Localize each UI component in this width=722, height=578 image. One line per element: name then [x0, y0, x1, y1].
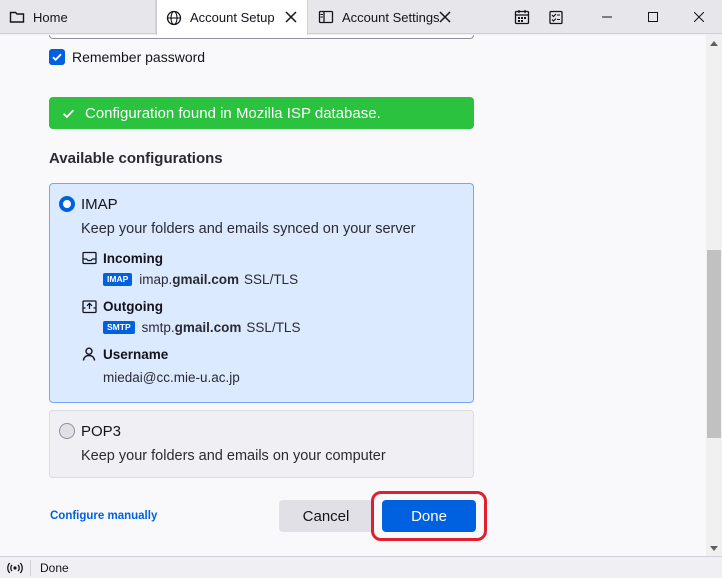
- maximize-button[interactable]: [630, 0, 676, 34]
- username-heading: Username: [81, 346, 168, 362]
- tab-label: Account Settings: [342, 9, 440, 25]
- outgoing-host-prefix: smtp.: [141, 320, 175, 335]
- calendar-icon[interactable]: [513, 8, 531, 26]
- user-icon: [81, 346, 97, 362]
- config-description: Keep your folders and emails on your com…: [81, 448, 386, 464]
- tab-home[interactable]: Home: [0, 0, 156, 34]
- pop3-config-option[interactable]: POP3 Keep your folders and emails on you…: [49, 410, 474, 478]
- outgoing-heading: Outgoing: [81, 298, 163, 314]
- tab-account-settings[interactable]: Account Settings: [309, 0, 461, 34]
- folder-icon: [9, 9, 25, 25]
- status-text: Done: [40, 560, 69, 575]
- tasks-icon[interactable]: [547, 8, 565, 26]
- close-tab-icon[interactable]: [437, 9, 453, 25]
- incoming-security: SSL/TLS: [244, 272, 299, 287]
- vertical-scrollbar[interactable]: [706, 35, 722, 556]
- tab-account-setup[interactable]: Account Setup: [156, 0, 308, 35]
- tab-label: Account Setup: [190, 10, 275, 25]
- tab-bar: Home Account Setup Account Settings: [0, 0, 722, 35]
- smtp-badge: SMTP: [103, 321, 135, 334]
- imap-radio[interactable]: [59, 196, 75, 212]
- online-status-icon[interactable]: [0, 562, 30, 574]
- close-tab-icon[interactable]: [283, 9, 299, 25]
- available-configurations-heading: Available configurations: [49, 150, 223, 167]
- inbox-icon: [81, 250, 97, 266]
- scroll-up-arrow-icon[interactable]: [706, 35, 722, 51]
- imap-config-option[interactable]: IMAP Keep your folders and emails synced…: [49, 183, 474, 403]
- username-label: Username: [103, 346, 169, 362]
- done-button[interactable]: Done: [382, 500, 476, 532]
- scrollbar-thumb[interactable]: [707, 250, 721, 438]
- remember-password-row[interactable]: Remember password: [49, 49, 205, 65]
- settings-page-icon: [318, 9, 334, 25]
- config-description: Keep your folders and emails synced on y…: [81, 221, 416, 237]
- incoming-label: Incoming: [103, 250, 163, 266]
- pop3-radio[interactable]: [59, 423, 75, 439]
- incoming-heading: Incoming: [81, 250, 163, 266]
- config-name: IMAP: [81, 196, 118, 213]
- incoming-host-domain: gmail.com: [172, 272, 240, 287]
- status-divider: [30, 559, 31, 576]
- config-name: POP3: [81, 423, 122, 440]
- minimize-button[interactable]: [584, 0, 630, 34]
- status-bar: Done: [0, 556, 722, 578]
- checkmark-icon: [62, 107, 75, 120]
- password-field[interactable]: [49, 35, 474, 39]
- incoming-server: IMAP imap. gmail.com SSL/TLS: [103, 272, 298, 287]
- outgoing-label: Outgoing: [103, 298, 163, 314]
- outgoing-security: SSL/TLS: [246, 320, 301, 335]
- close-window-button[interactable]: [676, 0, 722, 34]
- incoming-host-prefix: imap.: [139, 272, 173, 287]
- outgoing-server: SMTP smtp. gmail.com SSL/TLS: [103, 320, 300, 335]
- remember-password-checkbox[interactable]: [49, 49, 65, 65]
- account-setup-panel: Remember password Configuration found in…: [0, 35, 706, 556]
- notification-text: Configuration found in Mozilla ISP datab…: [85, 104, 381, 122]
- imap-badge: IMAP: [103, 273, 133, 286]
- scroll-down-arrow-icon[interactable]: [706, 540, 722, 556]
- username-value: miedai@cc.mie-u.ac.jp: [103, 370, 240, 385]
- tab-label: Home: [33, 9, 68, 25]
- outgoing-host-domain: gmail.com: [174, 320, 242, 335]
- config-found-notification: Configuration found in Mozilla ISP datab…: [49, 97, 474, 129]
- outbox-icon: [81, 298, 97, 314]
- globe-icon: [166, 10, 182, 26]
- cancel-button[interactable]: Cancel: [279, 500, 373, 532]
- configure-manually-link[interactable]: Configure manually: [50, 510, 157, 522]
- remember-password-label: Remember password: [72, 49, 206, 65]
